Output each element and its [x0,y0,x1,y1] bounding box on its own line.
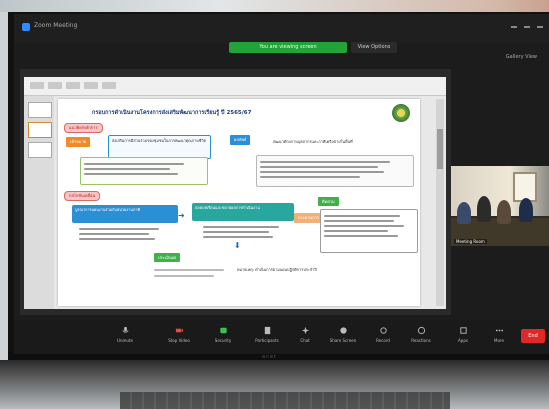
participant-figure [457,202,471,224]
close-icon[interactable] [537,26,543,28]
checklist-box [320,209,418,253]
monitor-screen: Zoom Meeting You are viewing screen View… [14,14,549,354]
slide-thumbnail[interactable] [28,102,52,118]
shield-icon [219,327,227,334]
video-camera-icon [175,328,183,333]
gallery-view-button[interactable]: Gallery View [506,54,537,60]
stop-video-button[interactable]: Stop Video [160,324,198,352]
toolbar-icon[interactable] [102,82,116,89]
slide-canvas: กรอบการดำเนินงานโครงการส่งเสริมพัฒนาการเ… [58,99,420,306]
toolbar-icon[interactable] [84,82,98,89]
slide-title: กรอบการดำเนินงานโครงการส่งเสริมพัฒนาการเ… [92,110,252,116]
participant-figure [477,196,491,222]
participant-name: Meeting Room [454,239,487,244]
footnote: หมายเหตุ: ดำเนินการตามแผนปฏิบัติการประจำ… [237,267,317,272]
goal-tag: เป้าหมาย [66,137,91,147]
slide-thumbnail-pane [24,96,54,309]
shared-screen: กรอบการดำเนินงานโครงการส่งเสริมพัฒนาการเ… [20,69,451,315]
process-box: ถอดบทเรียนและขยายผลการดำเนินงาน [192,203,294,221]
section-label: กลไกขับเคลื่อน [64,191,101,201]
share-screen-icon [339,327,347,334]
end-meeting-button[interactable]: End [521,329,545,343]
participants-icon [264,326,270,335]
participant-video[interactable]: Meeting Room [451,166,549,246]
keyboard [120,392,450,409]
toolbar-icon[interactable] [48,82,62,89]
chat-button[interactable]: Chat [286,324,324,352]
bullet-box [80,157,208,185]
arrow-right-icon: ➜ [178,211,185,220]
window-title: Zoom Meeting [34,22,78,29]
more-icon [495,329,503,332]
meeting-toolbar: Unmute Stop Video Security Participants … [14,320,549,354]
apps-button[interactable]: Apps [444,324,482,352]
participant-figure [497,200,511,224]
text-line [154,275,214,277]
bullet-box [256,155,414,187]
process-box: บูรณาการแผนงานร่วมกับหน่วยงานภาคี [72,205,178,223]
more-button[interactable]: More [480,324,518,352]
chat-icon [301,326,309,335]
toolbar-icon[interactable] [66,82,80,89]
bullet-box [200,221,296,245]
reactions-button[interactable]: Reactions [402,324,440,352]
room-background [0,0,549,12]
text-line [154,269,224,271]
unmute-button[interactable]: Unmute [106,324,144,352]
slide-thumbnail[interactable] [28,122,52,138]
process-tag: กระบวนการ [294,213,324,223]
arrow-down-icon: ⬇ [234,241,241,250]
monitor-tag: ติดตาม [318,197,339,206]
window-titlebar: Zoom Meeting [14,14,549,42]
participants-button[interactable]: Participants [248,324,286,352]
record-button[interactable]: Record [364,324,402,352]
evaluation-tag: ประเมินผล [154,253,181,262]
presentation-toolbar [24,77,446,96]
minimize-icon[interactable] [511,26,517,28]
organization-logo [392,104,410,122]
outcome-tag: ผลลัพธ์ [230,135,251,145]
slide-thumbnail[interactable] [28,142,52,158]
screen-share-banner[interactable]: You are viewing screen [229,42,347,53]
vertical-scrollbar[interactable] [436,99,444,306]
window-controls [511,22,543,28]
view-options-button[interactable]: View Options [351,42,397,53]
reactions-icon [417,326,425,335]
section-label: แนวคิด/หลักการ [64,123,103,133]
record-icon [379,327,387,334]
presentation-window: กรอบการดำเนินงานโครงการส่งเสริมพัฒนาการเ… [24,77,446,309]
share-screen-button[interactable]: Share Screen [324,324,362,352]
toolbar-icon[interactable] [30,82,44,89]
security-button[interactable]: Security [204,324,242,352]
microphone-icon [122,326,128,333]
content-box: ส่งเสริมการมีส่วนร่วมของชุมชนในการพัฒนาค… [108,135,211,159]
scrollbar-thumb[interactable] [437,129,443,169]
apps-icon [459,327,467,334]
content-box: พัฒนาศักยภาพบุคลากรและภาคีเครือข่ายในพื้… [273,139,353,144]
maximize-icon[interactable] [524,26,530,28]
zoom-app-icon [22,23,30,31]
participant-figure [519,198,533,222]
bullet-box [76,223,178,247]
